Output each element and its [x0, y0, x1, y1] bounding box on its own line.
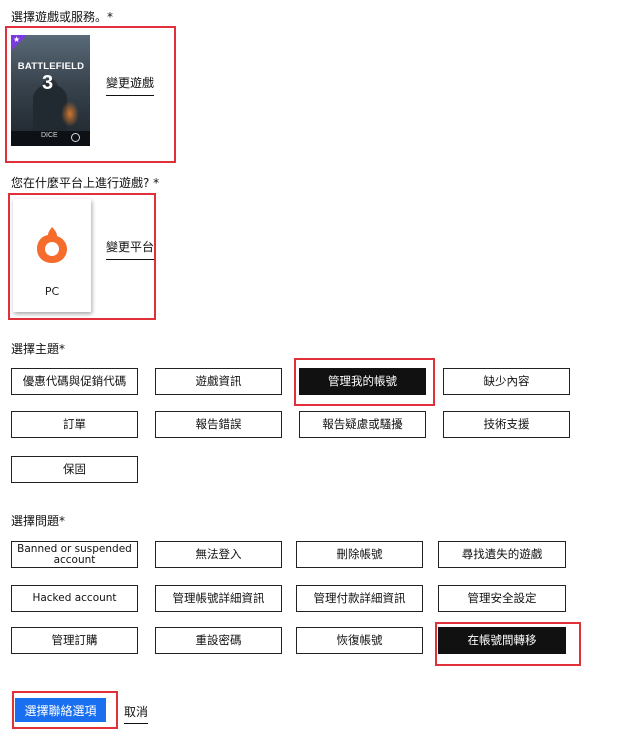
game-title: BATTLEFIELD: [17, 61, 85, 72]
topic-game-info[interactable]: 遊戲資訊: [155, 368, 282, 395]
choose-contact-option-button[interactable]: 選擇聯絡選項: [15, 698, 106, 722]
topic-report-harassment[interactable]: 報告疑慮或騷擾: [299, 411, 426, 438]
issue-manage-security[interactable]: 管理安全設定: [438, 585, 566, 612]
topic-promo-codes[interactable]: 優惠代碼與促銷代碼: [11, 368, 138, 395]
issue-manage-subscription[interactable]: 管理訂購: [11, 627, 138, 654]
issue-reset-password[interactable]: 重設密碼: [155, 627, 282, 654]
issue-recover-account[interactable]: 恢復帳號: [296, 627, 423, 654]
ea-logo-icon: [71, 133, 80, 142]
topic-tech-support[interactable]: 技術支援: [443, 411, 570, 438]
issue-cannot-login[interactable]: 無法登入: [155, 541, 282, 568]
topic-missing-content[interactable]: 缺少內容: [443, 368, 570, 395]
change-game-link[interactable]: 變更遊戲: [106, 74, 155, 96]
game-number: 3: [42, 72, 54, 94]
game-cover-battlefield-3[interactable]: ★ BATTLEFIELD 3 DICE: [11, 35, 90, 146]
topic-section-label: 選擇主題*: [11, 342, 66, 356]
issue-manage-payment-details[interactable]: 管理付款詳細資訊: [296, 585, 423, 612]
topic-report-bug[interactable]: 報告錯誤: [155, 411, 282, 438]
issue-banned-account[interactable]: Banned or suspended account: [11, 541, 138, 568]
origin-logo-icon: [37, 227, 67, 263]
issue-transfer-between-accounts[interactable]: 在帳號間轉移: [438, 627, 566, 654]
issue-section-label: 選擇問題*: [11, 514, 66, 528]
cancel-link[interactable]: 取消: [124, 703, 149, 724]
platform-card-pc[interactable]: PC: [13, 199, 91, 312]
dice-logo: DICE: [41, 132, 58, 139]
topic-manage-account[interactable]: 管理我的帳號: [299, 368, 426, 395]
star-icon: ★: [13, 35, 21, 44]
game-section-label: 選擇遊戲或服務。*: [11, 10, 114, 24]
issue-delete-account[interactable]: 刪除帳號: [296, 541, 423, 568]
issue-hacked-account[interactable]: Hacked account: [11, 585, 138, 612]
topic-orders[interactable]: 訂單: [11, 411, 138, 438]
topic-warranty[interactable]: 保固: [11, 456, 138, 483]
fire-art: [61, 101, 79, 127]
issue-find-missing-game[interactable]: 尋找遺失的遊戲: [438, 541, 566, 568]
platform-section-label: 您在什麼平台上進行遊戲? *: [11, 176, 160, 190]
platform-name: PC: [44, 285, 60, 298]
issue-manage-account-details[interactable]: 管理帳號詳細資訊: [155, 585, 282, 612]
change-platform-link[interactable]: 變更平台: [106, 238, 155, 260]
